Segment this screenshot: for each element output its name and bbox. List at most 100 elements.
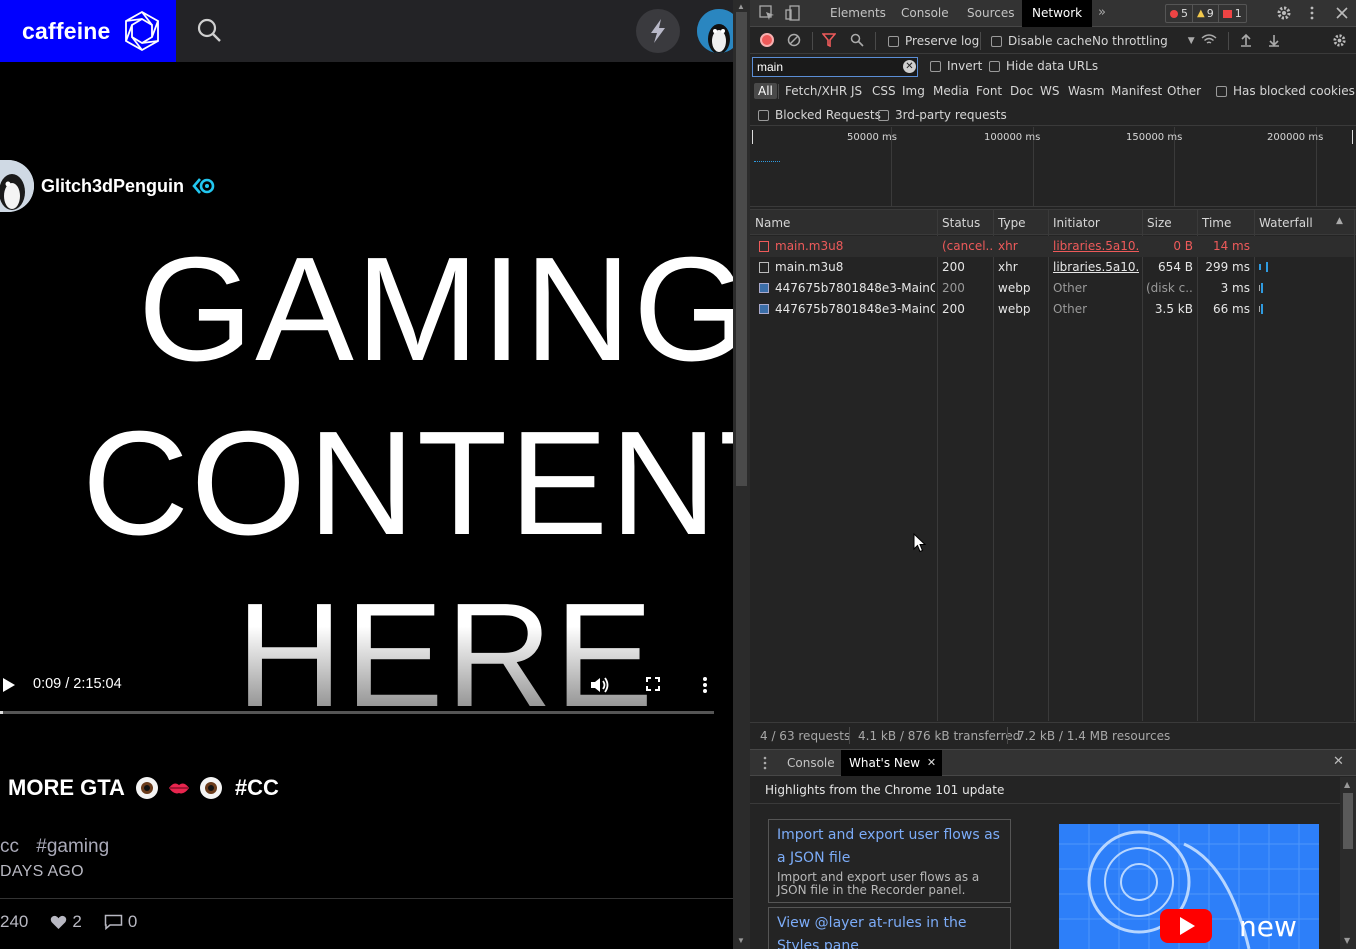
promo-video-thumbnail[interactable]: new <box>1059 824 1319 949</box>
row-type: xhr <box>998 260 1018 274</box>
record-icon[interactable] <box>760 33 774 47</box>
likes-stat[interactable]: 2 <box>50 912 82 932</box>
post-tags: cc #gaming <box>0 836 121 858</box>
drawer-scroll-thumb[interactable] <box>1343 793 1353 849</box>
table-row[interactable]: 447675b7801848e3-MainC... 200 webp Other… <box>750 278 1354 299</box>
scroll-up-arrow-icon[interactable]: ▲ <box>1344 780 1350 789</box>
drawer-menu-icon[interactable] <box>762 756 768 770</box>
type-font[interactable]: Font <box>972 83 1006 99</box>
type-js[interactable]: JS <box>847 83 866 99</box>
column-waterfall[interactable]: Waterfall <box>1259 216 1313 230</box>
disable-cache-checkbox[interactable]: Disable cache <box>991 34 1092 48</box>
page-scroll-thumb[interactable] <box>736 12 747 486</box>
type-img[interactable]: Img <box>898 83 929 99</box>
table-row[interactable]: 447675b7801848e3-MainC... 200 webp Other… <box>750 299 1354 320</box>
row-time: 299 ms <box>1205 260 1250 274</box>
video-progress[interactable] <box>0 711 714 714</box>
type-doc[interactable]: Doc <box>1006 83 1037 99</box>
more-tabs-icon[interactable]: » <box>1098 5 1106 20</box>
caffeine-logo[interactable]: caffeine <box>0 0 176 62</box>
has-blocked-cookies-checkbox[interactable]: Has blocked cookies <box>1216 84 1355 98</box>
post-title-tag[interactable]: #CC <box>235 775 279 801</box>
type-wasm[interactable]: Wasm <box>1064 83 1108 99</box>
clear-icon[interactable] <box>787 33 801 47</box>
tab-network[interactable]: Network <box>1022 0 1093 27</box>
volume-icon[interactable] <box>590 676 610 694</box>
invert-checkbox[interactable]: Invert <box>930 59 982 73</box>
video-player[interactable]: GAMING CONTENT HERE <box>0 212 733 720</box>
row-initiator[interactable]: libraries.5a10... <box>1053 260 1139 274</box>
overview-handle[interactable] <box>1352 130 1353 144</box>
avatar[interactable] <box>697 9 733 53</box>
type-all[interactable]: All <box>754 83 777 99</box>
type-ws[interactable]: WS <box>1036 83 1063 99</box>
logo-mark-icon <box>124 10 159 52</box>
column-time[interactable]: Time <box>1202 216 1231 230</box>
table-row[interactable]: main.m3u8 200 xhr libraries.5a10... 654 … <box>750 257 1354 278</box>
clear-filter-icon[interactable]: ✕ <box>903 60 916 73</box>
scroll-up-arrow-icon[interactable]: ▲ <box>737 2 745 11</box>
bolt-button[interactable] <box>636 9 680 53</box>
type-css[interactable]: CSS <box>868 83 900 99</box>
type-fetch-xhr[interactable]: Fetch/XHR <box>781 83 851 99</box>
device-toolbar-icon[interactable] <box>785 5 801 21</box>
hide-data-urls-checkbox[interactable]: Hide data URLs <box>989 59 1098 73</box>
filter-icon[interactable] <box>822 33 836 47</box>
column-size[interactable]: Size <box>1147 216 1172 230</box>
type-media[interactable]: Media <box>929 83 973 99</box>
feature-card-desc: Import and export user flows as a JSON f… <box>777 870 980 897</box>
comments-stat[interactable]: 0 <box>104 912 137 932</box>
scroll-down-arrow-icon[interactable]: ▼ <box>737 936 745 945</box>
filter-input[interactable] <box>752 57 918 77</box>
preserve-log-checkbox[interactable]: Preserve log <box>888 34 979 48</box>
table-row[interactable]: main.m3u8 (cancel... xhr libraries.5a10.… <box>750 236 1354 257</box>
close-devtools-icon[interactable] <box>1334 5 1350 21</box>
column-name[interactable]: Name <box>755 216 790 230</box>
tab-sources[interactable]: Sources <box>957 0 1024 27</box>
export-har-icon[interactable] <box>1267 33 1281 47</box>
tag-cc[interactable]: cc <box>0 836 19 857</box>
issue-badges[interactable]: 5 ▲ 9 1 <box>1165 4 1247 23</box>
tag-gaming[interactable]: #gaming <box>36 836 109 857</box>
network-conditions-icon[interactable] <box>1201 33 1217 47</box>
column-status[interactable]: Status <box>942 216 980 230</box>
row-initiator[interactable]: libraries.5a10... <box>1053 239 1139 253</box>
column-type[interactable]: Type <box>998 216 1026 230</box>
close-tab-icon[interactable]: ✕ <box>927 750 936 776</box>
streamer-avatar[interactable] <box>0 160 34 212</box>
play-icon[interactable] <box>2 677 16 693</box>
customize-menu-icon[interactable] <box>1304 5 1320 21</box>
drawer-tab-whats-new[interactable]: What's New ✕ <box>841 750 943 776</box>
feature-card-title[interactable]: Import and export user flows as a JSON f… <box>777 824 1002 870</box>
column-initiator[interactable]: Initiator <box>1053 216 1100 230</box>
summary-separator <box>1007 727 1008 744</box>
page-scrollbar[interactable]: ▲ ▼ <box>733 0 750 949</box>
toolbar-separator <box>1228 32 1229 50</box>
settings-gear-icon[interactable] <box>1276 5 1292 21</box>
search-icon[interactable] <box>850 33 864 47</box>
feature-card[interactable]: View @layer at-rules in the Styles pane <box>768 907 1011 949</box>
more-options-icon[interactable] <box>702 676 708 694</box>
drawer-tab-console[interactable]: Console <box>779 750 843 776</box>
drawer-scrollbar[interactable]: ▲ ▼ <box>1340 777 1356 949</box>
third-party-checkbox[interactable]: 3rd-party requests <box>878 108 1007 122</box>
type-manifest[interactable]: Manifest <box>1107 83 1166 99</box>
feature-card[interactable]: Import and export user flows as a JSON f… <box>768 819 1011 903</box>
feature-card-title[interactable]: View @layer at-rules in the Styles pane <box>777 912 1002 949</box>
fullscreen-icon[interactable] <box>646 677 660 691</box>
network-settings-icon[interactable] <box>1332 33 1347 48</box>
throttling-select[interactable]: No throttling ▼ <box>1092 34 1195 48</box>
search-icon[interactable] <box>195 16 223 44</box>
close-drawer-icon[interactable]: ✕ <box>1333 754 1344 769</box>
overview-handle[interactable] <box>752 130 753 144</box>
tab-elements[interactable]: Elements <box>820 0 896 27</box>
timeline-overview[interactable]: 50000 ms 100000 ms 150000 ms 200000 ms <box>750 127 1356 207</box>
inspect-element-icon[interactable] <box>759 5 775 21</box>
import-har-icon[interactable] <box>1239 33 1253 47</box>
drawer-tab-bar: Console What's New ✕ ✕ <box>750 749 1356 776</box>
scroll-down-arrow-icon[interactable]: ▼ <box>1344 936 1350 945</box>
type-other[interactable]: Other <box>1163 83 1205 99</box>
streamer-name[interactable]: Glitch3dPenguin <box>41 176 184 197</box>
blocked-requests-checkbox[interactable]: Blocked Requests <box>758 108 881 122</box>
tab-console[interactable]: Console <box>891 0 959 27</box>
